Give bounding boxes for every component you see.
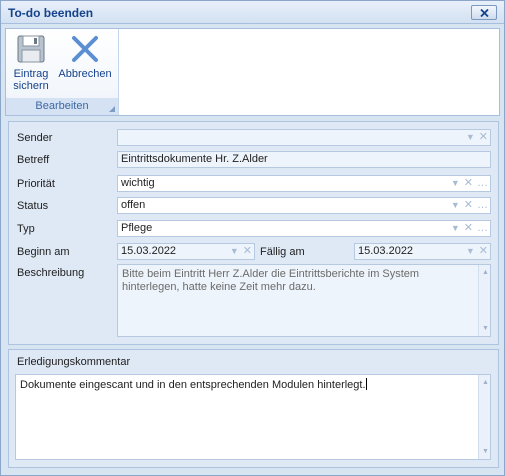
clear-x-icon[interactable]: ✕ <box>479 130 488 145</box>
subject-label: Betreff <box>17 154 50 166</box>
chevron-down-icon[interactable]: ▼ <box>451 176 460 191</box>
ellipsis-icon[interactable]: … <box>477 176 488 191</box>
completion-comment-input[interactable]: Dokumente eingescant und in den entsprec… <box>15 374 491 460</box>
chevron-down-icon[interactable]: ▼ <box>451 198 460 213</box>
chevron-down-icon[interactable]: ▼ <box>451 221 460 236</box>
save-label-line2: sichern <box>13 80 49 92</box>
type-label: Typ <box>17 223 35 235</box>
floppy-disk-icon <box>17 35 45 63</box>
save-label-line1: Eintrag <box>13 68 49 80</box>
todo-dialog: To-do beenden Eintrag sichern Abbrechen … <box>0 0 505 476</box>
due-date-field[interactable]: 15.03.2022 ▼ ✕ <box>354 243 491 260</box>
ribbon-group-edit: Eintrag sichern Abbrechen Bearbeiten <box>6 29 119 115</box>
close-button[interactable] <box>471 5 497 20</box>
due-date-label: Fällig am <box>260 246 305 258</box>
ellipsis-icon[interactable]: … <box>477 198 488 213</box>
text-caret <box>365 378 367 390</box>
sender-field[interactable]: ▼ ✕ <box>117 129 491 146</box>
start-date-field[interactable]: 15.03.2022 ▼ ✕ <box>117 243 255 260</box>
description-scrollbar[interactable]: ▲ ▼ <box>478 265 490 336</box>
status-label: Status <box>17 200 49 212</box>
clear-x-icon[interactable]: ✕ <box>479 244 488 259</box>
save-entry-button[interactable]: Eintrag sichern <box>9 31 53 92</box>
scroll-down-icon[interactable]: ▼ <box>482 445 489 458</box>
title-bar: To-do beenden <box>1 1 504 24</box>
dialog-launcher-icon[interactable] <box>109 106 115 112</box>
completion-label: Erledigungskommentar <box>17 356 131 368</box>
scroll-up-icon[interactable]: ▲ <box>482 266 489 279</box>
ribbon-toolbar: Eintrag sichern Abbrechen Bearbeiten <box>5 28 500 116</box>
start-date-label: Beginn am <box>17 246 70 258</box>
scroll-up-icon[interactable]: ▲ <box>482 376 489 389</box>
type-dropdown[interactable]: Pflege ▼ ✕… <box>117 220 491 237</box>
description-memo[interactable]: Bitte beim Eintritt Herr Z.Alder die Ein… <box>117 264 491 337</box>
scroll-down-icon[interactable]: ▼ <box>482 322 489 335</box>
clear-x-icon[interactable]: ✕ <box>464 221 473 236</box>
description-label: Beschreibung <box>17 267 85 279</box>
details-panel: Sender ▼ ✕ Betreff Eintrittsdokumente Hr.… <box>8 121 499 345</box>
completion-panel: Erledigungskommentar Dokumente eingescan… <box>8 349 499 468</box>
ribbon-group-label: Bearbeiten <box>6 98 118 115</box>
status-dropdown[interactable]: offen ▼ ✕… <box>117 197 491 214</box>
clear-x-icon[interactable]: ✕ <box>464 176 473 191</box>
priority-dropdown[interactable]: wichtig ▼ ✕… <box>117 175 491 192</box>
clear-x-icon[interactable]: ✕ <box>243 244 252 259</box>
chevron-down-icon[interactable]: ▼ <box>466 244 475 259</box>
subject-field[interactable]: Eintrittsdokumente Hr. Z.Alder <box>117 151 491 168</box>
priority-label: Priorität <box>17 178 55 190</box>
clear-x-icon[interactable]: ✕ <box>464 198 473 213</box>
x-icon <box>72 36 98 62</box>
cancel-label: Abbrechen <box>58 68 112 80</box>
close-icon <box>480 9 489 17</box>
sender-label: Sender <box>17 132 53 144</box>
completion-scrollbar[interactable]: ▲ ▼ <box>478 375 490 459</box>
chevron-down-icon[interactable]: ▼ <box>230 244 239 259</box>
chevron-down-icon[interactable]: ▼ <box>466 130 475 145</box>
ellipsis-icon[interactable]: … <box>477 221 488 236</box>
window-title: To-do beenden <box>8 6 94 20</box>
cancel-button[interactable]: Abbrechen <box>56 31 114 80</box>
